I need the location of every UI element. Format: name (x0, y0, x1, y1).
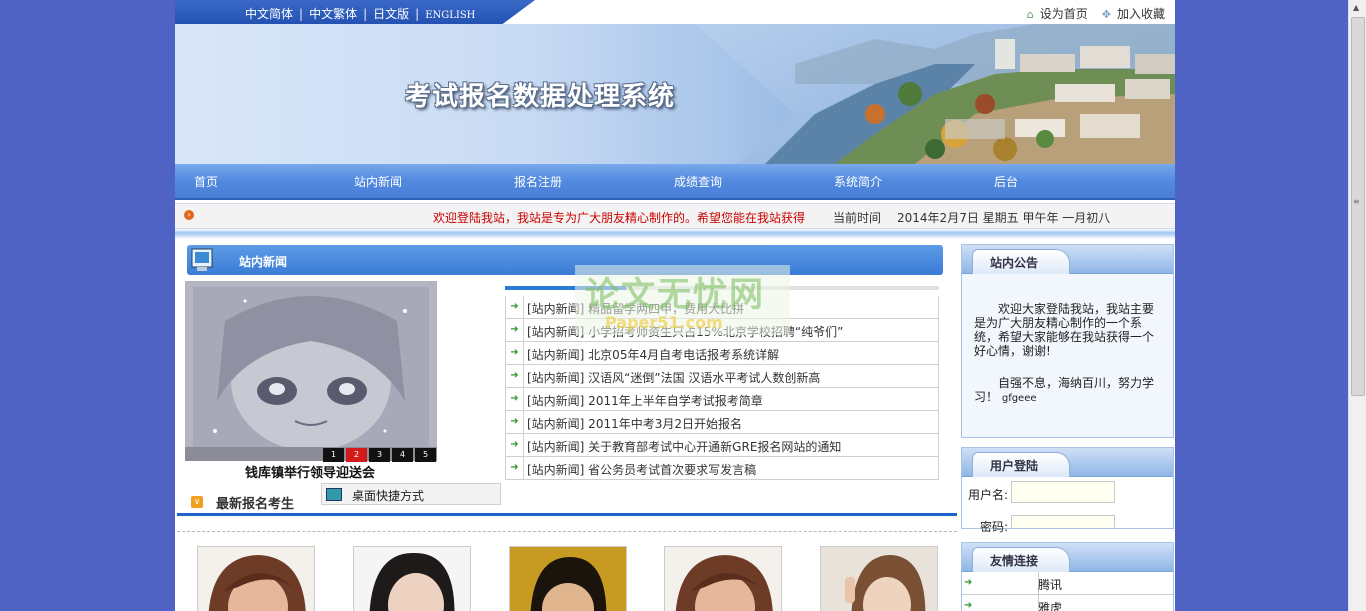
main-nav: 首页 站内新闻 报名注册 成绩查询 系统简介 后台 (175, 164, 1175, 200)
vertical-scrollbar[interactable]: ▲ ≡ (1348, 0, 1366, 611)
time-label: 当前时间 (833, 211, 882, 225)
arrow-icon: ➜ (962, 572, 1039, 594)
arrow-icon: ➜ (506, 319, 524, 341)
news-item[interactable]: ➜ [站内新闻] 北京05年4月自考电话报考系统详解 (505, 342, 939, 365)
nav-register[interactable]: 报名注册 (514, 173, 562, 190)
watermark-text: 论文无忧网 (585, 275, 765, 315)
arrow-icon: ➜ (506, 434, 524, 456)
divider-stripe (175, 229, 1175, 239)
news-item[interactable]: ➜ [站内新闻] 省公务员考试首次要求写发言稿 (505, 457, 939, 480)
username-input[interactable] (1011, 481, 1115, 503)
links-header: 友情连接 (962, 543, 1173, 572)
notice-panel: 站内公告 欢迎大家登陆我站，我站主要是为广大朋友精心制作的一个系统，希望大家能够… (961, 244, 1174, 438)
news-title: 站内新闻 (239, 255, 288, 269)
top-bar: 中文简体 | 中文繁体 | 日文版 | ENGLISH ⌂ 设为首页 ✥ 加入收藏 (175, 0, 1175, 24)
slide-page-1[interactable]: 1 (323, 448, 344, 462)
link-item[interactable]: ➜ 腾讯 (962, 572, 1173, 595)
banner: 考试报名数据处理系统 (175, 24, 1175, 164)
watermark: 论文无忧网 Paper51.com (575, 265, 790, 335)
arrow-icon: ➜ (506, 457, 524, 479)
monitor-icon (191, 248, 213, 271)
password-label: 密码: (980, 520, 1009, 534)
links-title: 友情连接 (990, 554, 1039, 568)
desktop-shortcut-label: 桌面快捷方式 (352, 489, 425, 503)
favorite-icon: ✥ (1101, 8, 1111, 21)
slide-page-3[interactable]: 3 (369, 448, 390, 462)
arrow-icon: ➜ (506, 365, 524, 387)
nav-scores[interactable]: 成绩查询 (674, 173, 722, 190)
arrow-icon: ➜ (506, 296, 524, 318)
student-photo[interactable] (197, 546, 315, 611)
latest-divider (177, 513, 957, 516)
slide-page-2[interactable]: 2 (346, 448, 367, 462)
lang-english[interactable]: ENGLISH (425, 10, 475, 21)
current-time: 当前时间 2014年2月7日 星期五 甲午年 一月初八 (833, 209, 1110, 226)
student-photo[interactable] (664, 546, 782, 611)
chevron-down-icon: ∨ (191, 496, 203, 508)
set-homepage-link[interactable]: 设为首页 (1040, 7, 1088, 21)
login-header: 用户登陆 (962, 448, 1173, 477)
news-header: 站内新闻 (187, 245, 943, 275)
lang-japanese[interactable]: 日文版 (373, 7, 409, 21)
notice-title: 站内公告 (990, 256, 1039, 270)
news-item[interactable]: ➜ [站内新闻] 汉语风“迷倒”法国 汉语水平考试人数创新高 (505, 365, 939, 388)
language-bar: 中文简体 | 中文繁体 | 日文版 | ENGLISH (175, 0, 535, 24)
arrow-right-icon: › (184, 210, 194, 220)
arrow-icon: ➜ (506, 342, 524, 364)
student-photo[interactable] (353, 546, 471, 611)
notice-header: 站内公告 (962, 245, 1173, 274)
notice-body: 欢迎大家登陆我站，我站主要是为广大朋友精心制作的一个系统，希望大家能够在我站获得… (962, 274, 1173, 406)
nav-news[interactable]: 站内新闻 (354, 173, 402, 190)
page: 中文简体 | 中文繁体 | 日文版 | ENGLISH ⌂ 设为首页 ✥ 加入收藏 (175, 0, 1175, 611)
arrow-icon: ➜ (506, 411, 524, 433)
marquee-text: 欢迎登陆我站，我站是专为广大朋友精心制作的。希望您能在我站获得一个好心情 (433, 211, 805, 225)
nav-about[interactable]: 系统简介 (834, 173, 882, 190)
latest-title: 最新报名考生 (216, 497, 295, 512)
grip-icon: ≡ (1353, 197, 1360, 206)
time-value: 2014年2月7日 星期五 甲午年 一月初八 (897, 211, 1111, 225)
news-item[interactable]: ➜ [站内新闻] 2011年中考3月2日开始报名 (505, 411, 939, 434)
nav-home[interactable]: 首页 (194, 173, 218, 190)
dashed-divider (177, 531, 957, 532)
lang-simplified[interactable]: 中文简体 (245, 7, 293, 21)
login-title: 用户登陆 (990, 459, 1039, 473)
student-photo[interactable] (820, 546, 938, 611)
watermark-url: Paper51.com (605, 313, 723, 332)
student-photo[interactable] (509, 546, 627, 611)
notice-signature: gfgeee (1001, 393, 1037, 404)
scroll-up-icon[interactable]: ▲ (1353, 3, 1359, 12)
desktop-shortcut-button[interactable]: 桌面快捷方式 (321, 483, 501, 505)
desktop-icon (326, 488, 342, 501)
scrollbar-thumb[interactable] (1351, 17, 1365, 396)
password-input[interactable] (1011, 515, 1115, 528)
notice-paragraph: 欢迎大家登陆我站，我站主要是为广大朋友精心制作的一个系统，希望大家能够在我站获得… (974, 302, 1155, 358)
home-icon: ⌂ (1026, 8, 1034, 21)
arrow-icon: ➜ (962, 595, 1039, 611)
notice-paragraph: 自强不息，海纳百川，努力学习！ gfgeee (974, 376, 1161, 406)
slideshow-pager: 12345 (321, 446, 436, 462)
arrow-icon: ➜ (506, 388, 524, 410)
marquee-bar: › 欢迎登陆我站，我站是专为广大朋友精心制作的。希望您能在我站获得一个好心情 当… (175, 203, 1175, 229)
slide-page-4[interactable]: 4 (392, 448, 413, 462)
slide-page-5[interactable]: 5 (415, 448, 436, 462)
slide-caption[interactable]: 钱库镇举行领导迎送会 (245, 462, 375, 481)
news-item[interactable]: ➜ [站内新闻] 关于教育部考试中心开通新GRE报名网站的通知 (505, 434, 939, 457)
news-item[interactable]: ➜ [站内新闻] 2011年上半年自学考试报考简章 (505, 388, 939, 411)
add-favorite-link[interactable]: 加入收藏 (1117, 7, 1165, 21)
lang-traditional[interactable]: 中文繁体 (309, 7, 357, 21)
links-panel: 友情连接 ➜ 腾讯 ➜ 雅虎 (961, 542, 1174, 611)
link-item[interactable]: ➜ 雅虎 (962, 595, 1173, 611)
news-slideshow-image[interactable] (185, 281, 437, 461)
login-panel: 用户登陆 用户名: 密码: (961, 447, 1174, 534)
nav-admin[interactable]: 后台 (994, 173, 1018, 190)
username-label: 用户名: (968, 488, 1009, 502)
site-title: 考试报名数据处理系统 (405, 82, 676, 112)
